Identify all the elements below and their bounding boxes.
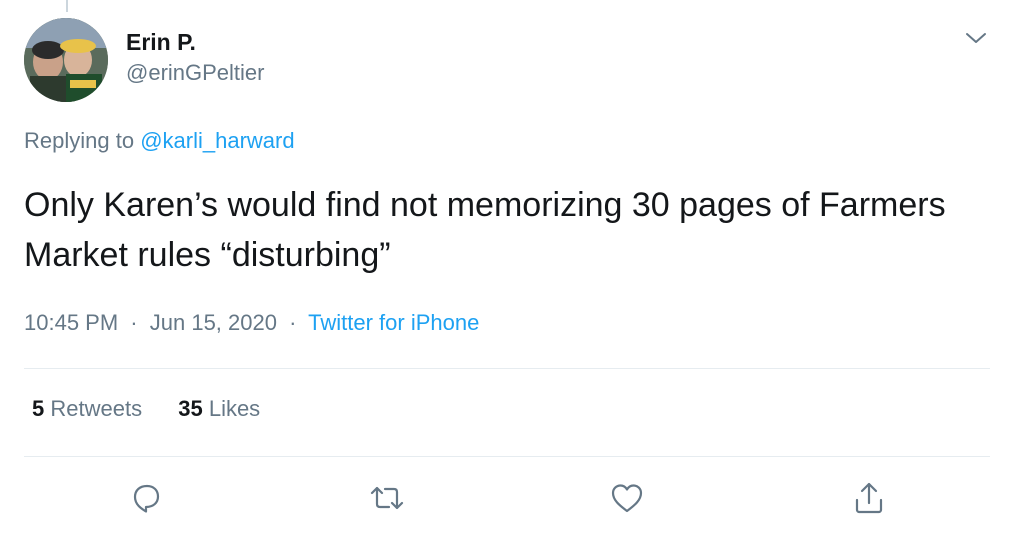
tweet-text: Only Karen’s would find not memorizing 3… (24, 186, 946, 274)
replying-to-line: Replying to @karli_harward (24, 128, 295, 154)
reply-icon (133, 484, 160, 513)
share-button[interactable] (849, 478, 889, 518)
tweet-source-link[interactable]: Twitter for iPhone (308, 310, 479, 335)
avatar[interactable] (24, 18, 108, 102)
engagement-stats: 5 Retweets 35 Likes (32, 396, 290, 422)
replying-to-label: Replying to (24, 128, 135, 153)
divider (24, 456, 990, 457)
tweet-metadata: 10:45 PM · Jun 15, 2020 · Twitter for iP… (24, 310, 479, 336)
tweet-time[interactable]: 10:45 PM (24, 310, 118, 335)
divider (24, 368, 990, 369)
action-bar (0, 478, 1014, 518)
author-handle[interactable]: @erinGPeltier (126, 58, 265, 88)
more-options-chevron-down-icon[interactable] (964, 28, 988, 48)
retweet-button[interactable] (367, 478, 407, 518)
share-icon (855, 482, 883, 514)
avatar-photo (24, 18, 108, 102)
likes-label: Likes (208, 396, 261, 421)
retweet-icon (370, 486, 404, 510)
likes-count: 35 (178, 396, 203, 421)
like-button[interactable] (607, 478, 647, 518)
author-block[interactable]: Erin P. @erinGPeltier (126, 26, 265, 88)
reply-button[interactable] (126, 478, 166, 518)
retweets-label: Retweets (50, 396, 143, 421)
separator-dot: · (130, 310, 138, 335)
like-icon (611, 484, 643, 513)
replying-to-handle-link[interactable]: @karli_harward (140, 128, 294, 153)
separator-dot: · (289, 310, 297, 335)
thread-connector-line (66, 0, 68, 12)
retweets-stat[interactable]: 5 Retweets (32, 396, 142, 422)
tweet-date[interactable]: Jun 15, 2020 (150, 310, 277, 335)
retweets-count: 5 (32, 396, 45, 421)
likes-stat[interactable]: 35 Likes (178, 396, 260, 422)
author-display-name[interactable]: Erin P. (126, 26, 265, 58)
